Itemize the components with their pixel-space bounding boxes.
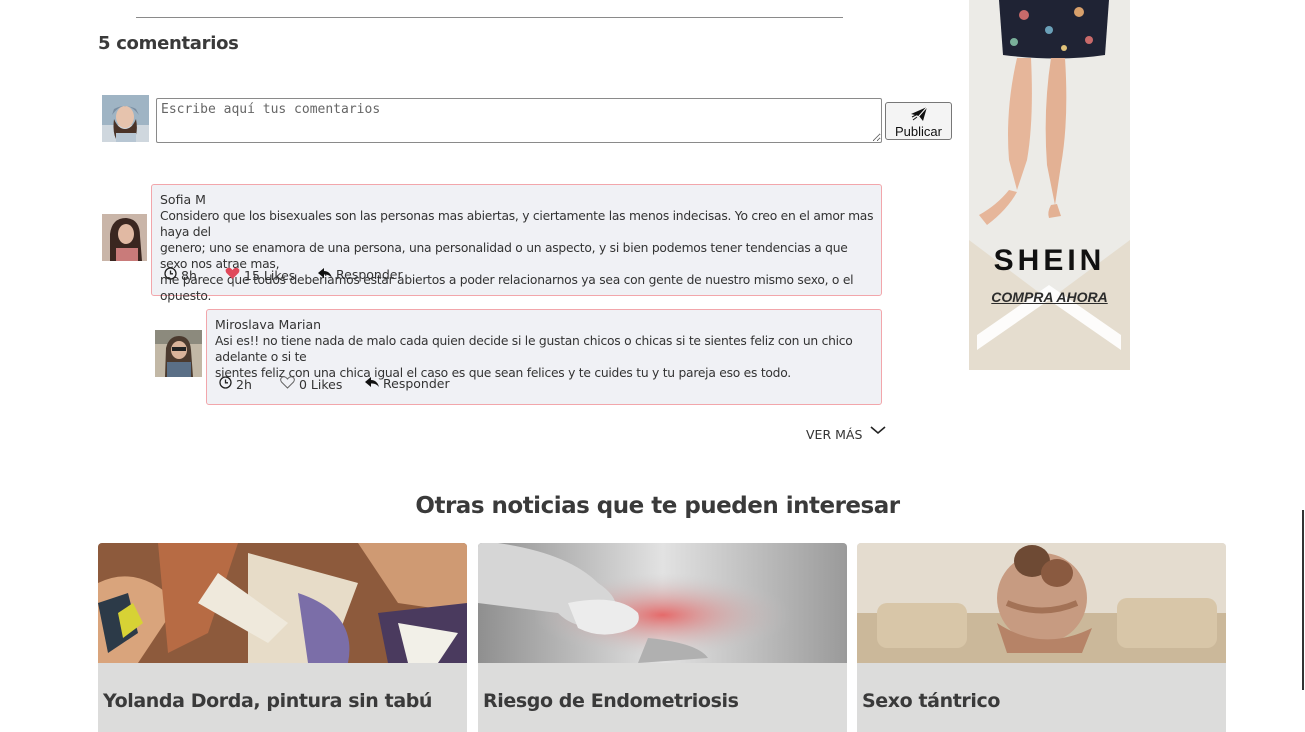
ver-mas-button[interactable]: VER MÁS — [806, 424, 886, 442]
publish-label: Publicar — [895, 124, 942, 139]
comment-author: Miroslava Marian — [215, 317, 322, 332]
related-card[interactable]: Sexo tántrico — [857, 543, 1226, 732]
ad-brand: SHEIN — [993, 244, 1106, 277]
comment-count: 5 comentarios — [98, 33, 239, 54]
like-count: 0 Likes — [299, 376, 343, 392]
like-button[interactable]: 15 Likes — [225, 267, 295, 283]
comment-time: 2h — [219, 376, 252, 392]
comment-text-line: Asi es!! no tiene nada de malo cada quie… — [215, 334, 853, 364]
reply-label: Responder — [336, 267, 403, 282]
related-card-image — [857, 543, 1226, 663]
comment-author: Sofia M — [160, 192, 206, 207]
page-edge-line — [1302, 510, 1304, 690]
comment-author-avatar — [102, 214, 147, 261]
comment-text: Asi es!! no tiene nada de malo cada quie… — [215, 333, 877, 381]
comment-text-line: Considero que los bisexuales son las per… — [160, 209, 874, 239]
reply-icon — [365, 376, 379, 391]
related-card-image — [478, 543, 847, 663]
reply-icon — [318, 267, 332, 282]
reply-label: Responder — [383, 376, 450, 391]
comment-time-text: 8h — [181, 267, 197, 283]
clock-icon — [219, 376, 232, 392]
comment-card: Sofia M Considero que los bisexuales son… — [151, 184, 882, 303]
comment-time-text: 2h — [236, 376, 252, 392]
ver-mas-label: VER MÁS — [806, 427, 863, 442]
shein-advertisement[interactable]: SHEIN COMPRA AHORA — [969, 0, 1130, 370]
clock-icon — [164, 267, 177, 283]
publish-button[interactable]: Publicar — [885, 102, 952, 140]
related-card[interactable]: Yolanda Dorda, pintura sin tabú — [98, 543, 467, 732]
current-user-avatar — [102, 95, 149, 142]
send-icon — [910, 106, 928, 125]
chevron-down-icon — [870, 424, 886, 439]
related-card-title: Yolanda Dorda, pintura sin tabú — [103, 690, 433, 712]
related-news-heading: Otras noticias que te pueden interesar — [415, 493, 900, 519]
heart-filled-icon — [225, 267, 240, 283]
comment-text: Considero que los bisexuales son las per… — [160, 208, 878, 304]
related-card[interactable]: Riesgo de Endometriosis — [478, 543, 847, 732]
reply-button[interactable]: Responder — [365, 376, 450, 391]
ad-cta[interactable]: COMPRA AHORA — [969, 289, 1130, 305]
heart-outline-icon — [280, 376, 295, 392]
section-divider — [136, 17, 843, 18]
reply-button[interactable]: Responder — [318, 267, 403, 282]
ad-model-image — [969, 0, 1130, 370]
like-count: 15 Likes — [244, 267, 296, 283]
comment-input[interactable] — [156, 98, 882, 143]
related-card-title: Riesgo de Endometriosis — [483, 690, 739, 712]
comment-card: Miroslava Marian Asi es!! no tiene nada … — [206, 309, 882, 405]
related-card-title: Sexo tántrico — [862, 690, 1001, 712]
comment-author-avatar — [155, 330, 202, 377]
related-card-image — [98, 543, 467, 663]
like-button[interactable]: 0 Likes — [280, 376, 342, 392]
comment-time: 8h — [164, 267, 197, 283]
